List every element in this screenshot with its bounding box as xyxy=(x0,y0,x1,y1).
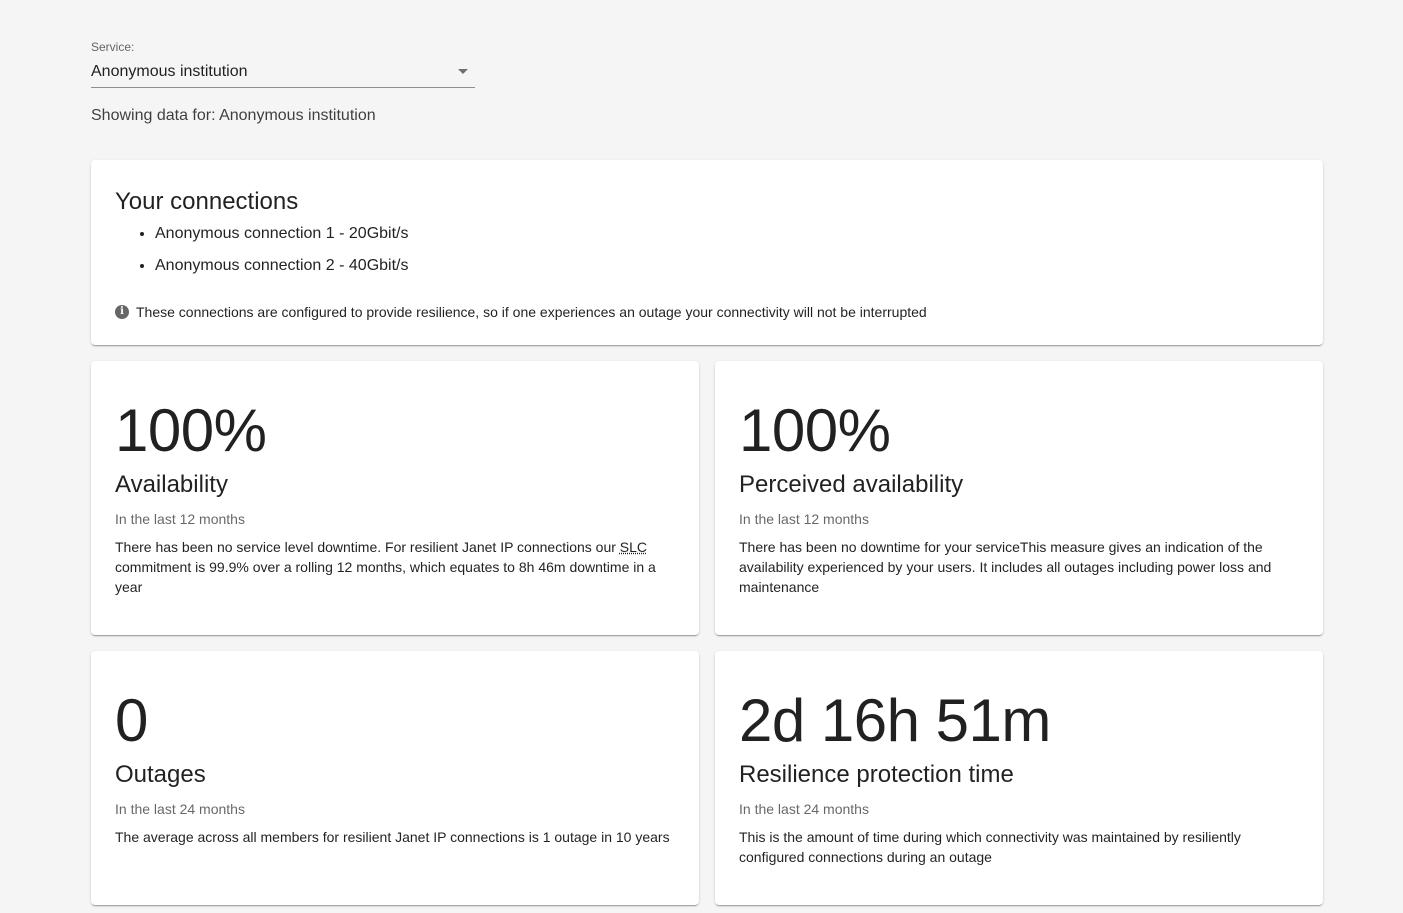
service-select-label: Service: xyxy=(91,40,135,54)
resilience-note: i These connections are configured to pr… xyxy=(115,303,927,321)
resilience-description: This is the amount of time during which … xyxy=(739,829,1241,865)
availability-value: 100% xyxy=(115,397,267,464)
perceived-availability-card: 100% Perceived availability In the last … xyxy=(715,361,1323,635)
outages-title: Outages xyxy=(115,761,206,788)
availability-desc-part: There has been no service level downtime… xyxy=(115,539,620,555)
connections-title: Your connections xyxy=(115,188,299,215)
outages-description: The average across all members for resil… xyxy=(115,829,670,845)
connection-item: Anonymous connection 1 - 20Gbit/s xyxy=(155,224,1299,244)
outages-value: 0 xyxy=(115,687,148,754)
availability-card: 100% Availability In the last 12 months … xyxy=(91,361,699,635)
resilience-note-text: These connections are configured to prov… xyxy=(136,304,927,320)
select-underline xyxy=(91,87,475,88)
service-select[interactable]: Service: Anonymous institution xyxy=(91,40,475,88)
showing-data-for-text: Showing data for: Anonymous institution xyxy=(91,107,376,124)
connections-list: Anonymous connection 1 - 20Gbit/s Anonym… xyxy=(115,224,1299,276)
resilience-card: 2d 16h 51m Resilience protection time In… xyxy=(715,651,1323,905)
connection-item: Anonymous connection 2 - 40Gbit/s xyxy=(155,256,1299,276)
perceived-availability-description: There has been no downtime for your serv… xyxy=(739,539,1272,595)
slc-abbreviation: SLC xyxy=(619,539,648,555)
availability-desc-part: commitment is 99.9% over a rolling 12 mo… xyxy=(115,559,656,595)
page: Service: Anonymous institution Showing d… xyxy=(0,0,1403,913)
resilience-value: 2d 16h 51m xyxy=(739,687,1051,754)
outages-card: 0 Outages In the last 24 months The aver… xyxy=(91,651,699,905)
perceived-availability-title: Perceived availability xyxy=(739,471,964,498)
perceived-availability-value: 100% xyxy=(739,397,891,464)
info-icon: i xyxy=(115,305,129,319)
availability-title: Availability xyxy=(115,471,228,498)
resilience-period: In the last 24 months xyxy=(739,801,869,817)
resilience-title: Resilience protection time xyxy=(739,761,1014,788)
perceived-availability-period: In the last 12 months xyxy=(739,511,869,527)
connections-card: Your connections Anonymous connection 1 … xyxy=(91,160,1323,345)
chevron-down-icon[interactable] xyxy=(458,69,468,74)
availability-description: There has been no service level downtime… xyxy=(115,537,675,597)
service-select-value[interactable]: Anonymous institution xyxy=(91,62,248,82)
outages-period: In the last 24 months xyxy=(115,801,245,817)
availability-period: In the last 12 months xyxy=(115,511,245,527)
